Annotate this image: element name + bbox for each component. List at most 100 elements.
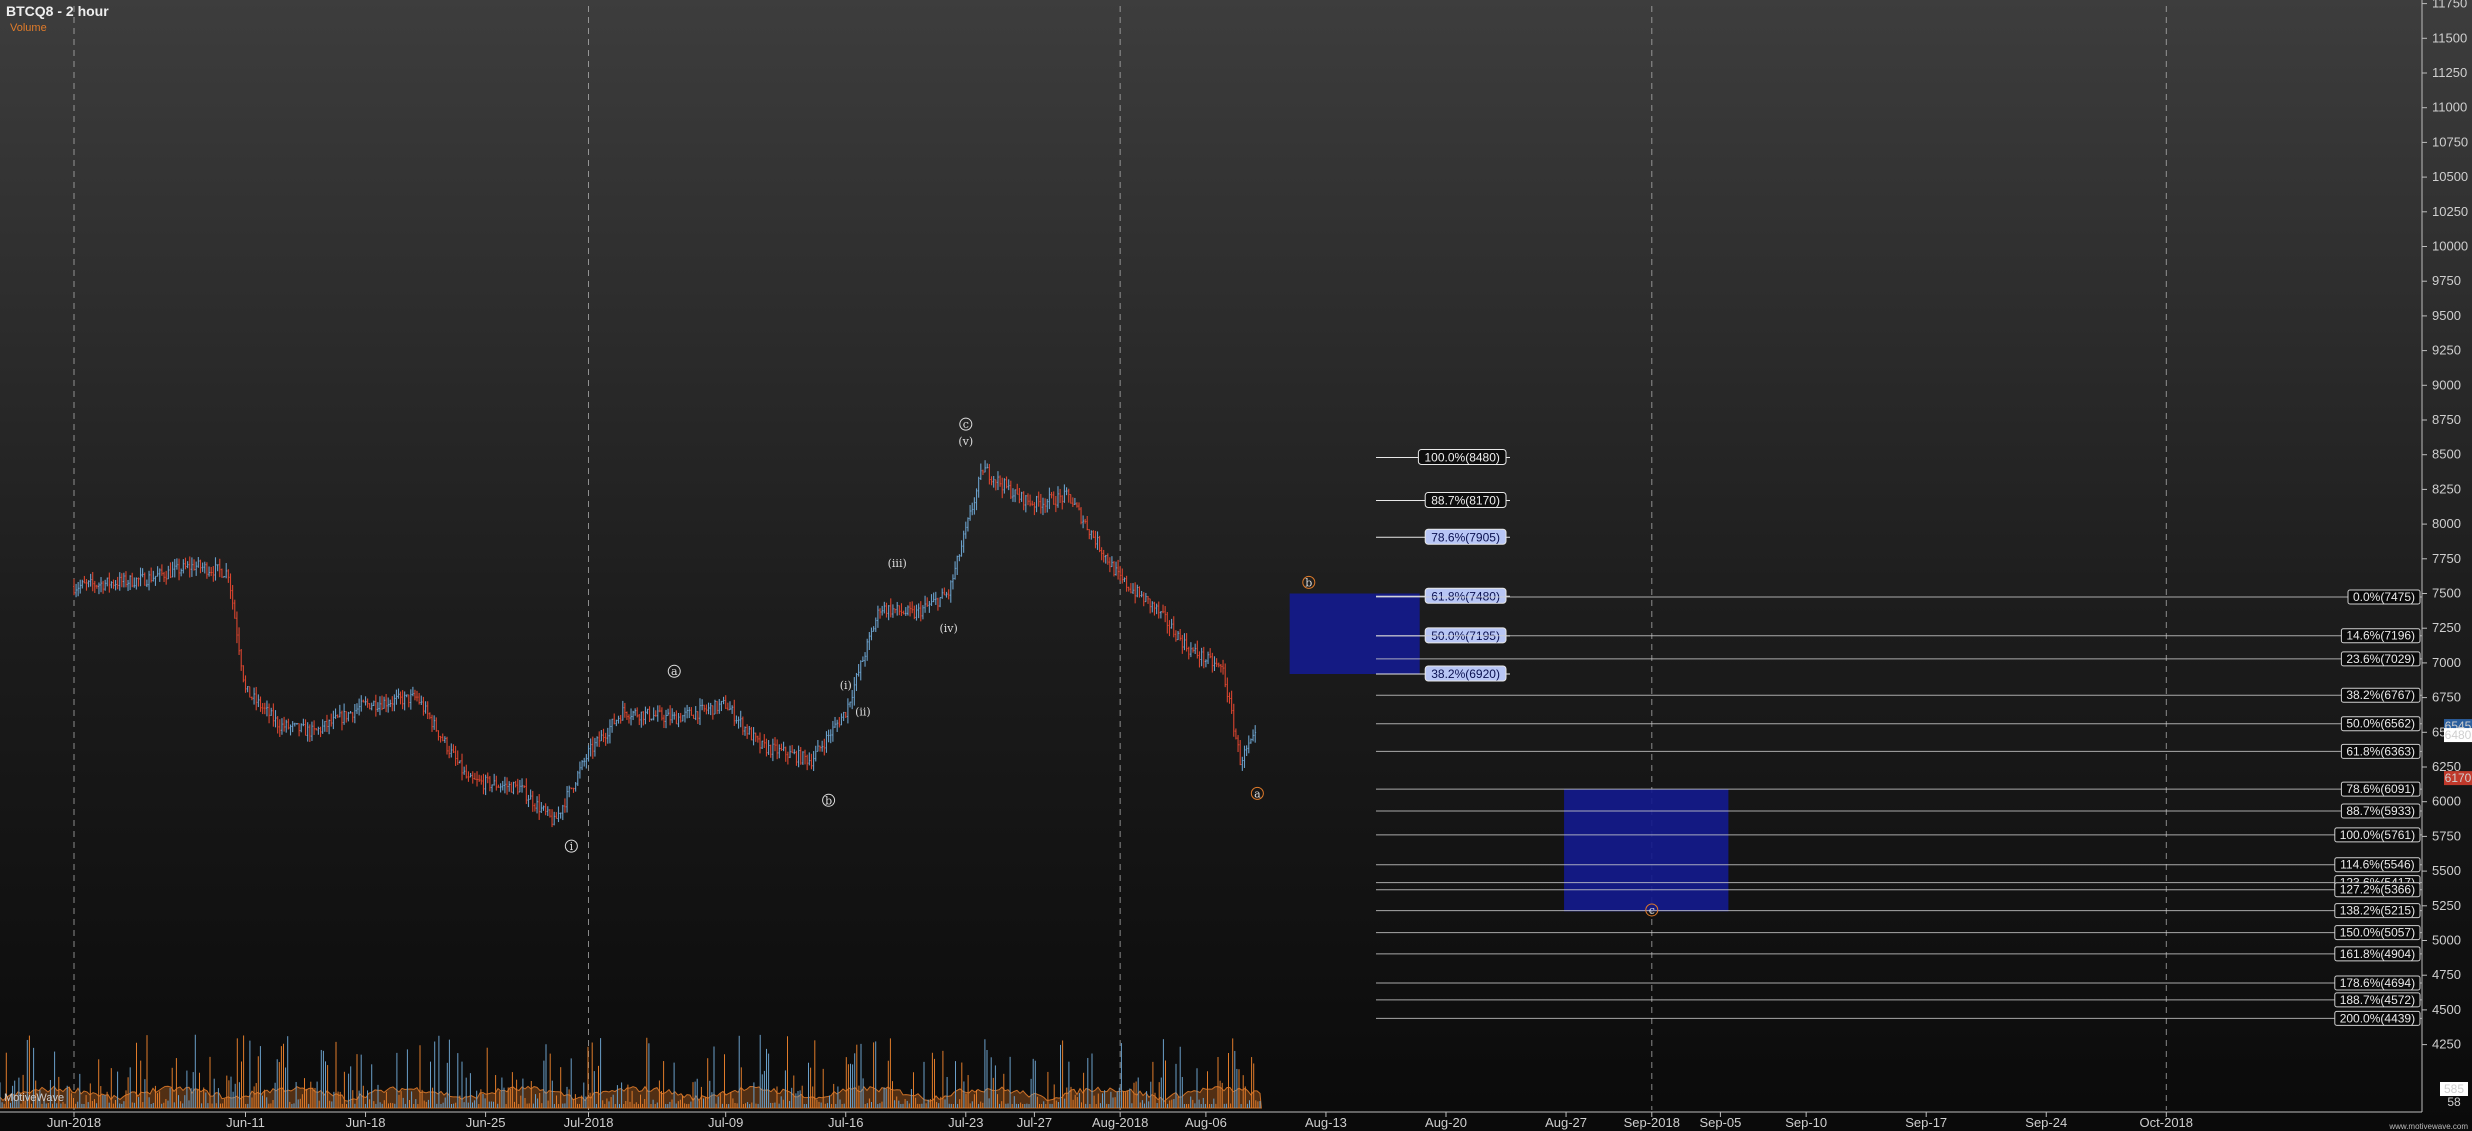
- price-tick-label: 4500: [2432, 1002, 2461, 1017]
- volume-axis-label: 58: [2447, 1095, 2461, 1109]
- fib-extension-label: 61.8%(6363): [2346, 744, 2415, 758]
- brand-label: MotiveWave: [4, 1092, 65, 1104]
- time-tick-label: Jul-16: [828, 1115, 863, 1130]
- chart-grid: [73, 6, 2167, 1110]
- fib-extension-label: 200.0%(4439): [2340, 1011, 2415, 1025]
- time-tick-label: Aug-27: [1545, 1115, 1587, 1130]
- price-tick-label: 5000: [2432, 933, 2461, 948]
- price-marker-label: 6170: [2445, 771, 2472, 785]
- price-tick-label: 10250: [2432, 204, 2468, 219]
- wave-label: c: [963, 418, 969, 431]
- fib-extension-label: 138.2%(5215): [2340, 904, 2415, 918]
- fib-retracement-label: 61.8%(7480): [1431, 589, 1500, 603]
- time-tick-label: Jun-11: [226, 1115, 265, 1130]
- wave-label: a: [1254, 787, 1261, 800]
- wave-label: (i): [840, 679, 852, 692]
- target-zones: [1289, 593, 1729, 912]
- fib-retracement-label: 78.6%(7905): [1431, 530, 1500, 544]
- time-tick-label: Jun-18: [346, 1115, 386, 1130]
- volume-pane: [0, 1034, 1262, 1109]
- time-tick-label: Jun-2018: [47, 1115, 101, 1130]
- wave-label: b: [1305, 576, 1312, 589]
- wave-label: (ii): [855, 705, 871, 718]
- fib-extension-label: 178.6%(4694): [2340, 976, 2415, 990]
- target-zone: [1289, 593, 1420, 675]
- price-tick-label: 11750: [2432, 0, 2467, 11]
- price-tick-label: 7000: [2432, 655, 2461, 670]
- wave-label: b: [825, 794, 832, 807]
- fib-extension-label: 14.6%(7196): [2346, 629, 2415, 643]
- fib-extension-label: 114.6%(5546): [2340, 858, 2415, 872]
- fib-extension-label: 127.2%(5366): [2340, 883, 2415, 897]
- time-tick-label: Jul-27: [1017, 1115, 1052, 1130]
- time-tick-label: Sep-05: [1699, 1115, 1741, 1130]
- fib-levels: 100.0%(8480) 88.7%(8170) 78.6%(7905) 61.8%(…: [1376, 448, 2422, 1026]
- price-tick-label: 5250: [2432, 898, 2461, 913]
- price-tick-label: 7250: [2432, 620, 2461, 635]
- fib-retracement-label: 88.7%(8170): [1431, 494, 1500, 508]
- price-tick-label: 8250: [2432, 481, 2461, 496]
- fib-retracement-label: 100.0%(8480): [1425, 450, 1500, 464]
- time-tick-label: Sep-10: [1785, 1115, 1827, 1130]
- volume-axis-label: 585: [2444, 1082, 2464, 1096]
- wave-label: (iii): [888, 557, 907, 570]
- time-tick-label: Jul-23: [948, 1115, 983, 1130]
- time-tick-label: Jun-25: [466, 1115, 506, 1130]
- price-tick-label: 11500: [2432, 30, 2467, 45]
- fib-extension-label: 38.2%(6767): [2346, 688, 2415, 702]
- fib-extension-label: 23.6%(7029): [2346, 652, 2415, 666]
- price-tick-label: 5750: [2432, 828, 2461, 843]
- price-tick-label: 9250: [2432, 343, 2461, 358]
- wave-label: c: [1649, 904, 1655, 917]
- price-tick-label: 6750: [2432, 690, 2461, 705]
- wave-label: i: [570, 840, 574, 853]
- time-tick-label: Aug-2018: [1092, 1115, 1148, 1130]
- price-tick-label: 10500: [2432, 169, 2468, 184]
- price-chart[interactable]: 100.0%(8480) 88.7%(8170) 78.6%(7905) 61.8%(…: [0, 0, 2472, 1131]
- price-tick-label: 8000: [2432, 516, 2461, 531]
- time-tick-label: Aug-13: [1305, 1115, 1347, 1130]
- fib-extension-label: 50.0%(6562): [2346, 717, 2415, 731]
- price-tick-label: 8500: [2432, 447, 2461, 462]
- price-tick-label: 10750: [2432, 134, 2468, 149]
- fib-extension-label: 0.0%(7475): [2353, 590, 2415, 604]
- fib-extension-label: 78.6%(6091): [2346, 782, 2415, 796]
- time-tick-label: Oct-2018: [2140, 1115, 2193, 1130]
- price-tick-label: 11000: [2432, 100, 2467, 115]
- target-zone: [1564, 789, 1729, 912]
- price-tick-label: 7750: [2432, 551, 2461, 566]
- time-tick-label: Jul-09: [708, 1115, 743, 1130]
- price-tick-label: 11250: [2432, 65, 2467, 80]
- price-axis[interactable]: 11750 11500 11250 11000 10750 10500 10250 10000…: [2421, 0, 2472, 1112]
- price-tick-label: 5500: [2432, 863, 2461, 878]
- fib-extension-label: 100.0%(5761): [2340, 828, 2415, 842]
- chart-title: BTCQ8 - 2 hour: [6, 3, 109, 19]
- price-tick-label: 4750: [2432, 967, 2461, 982]
- watermark-label: www.motivewave.com: [2389, 1122, 2468, 1131]
- time-tick-label: Sep-2018: [1624, 1115, 1680, 1130]
- fib-extension-label: 150.0%(5057): [2340, 926, 2415, 940]
- fib-extension-label: 88.7%(5933): [2346, 804, 2415, 818]
- fib-extension-label: 161.8%(4904): [2340, 947, 2415, 961]
- time-tick-label: Sep-24: [2025, 1115, 2067, 1130]
- time-tick-label: Aug-20: [1425, 1115, 1467, 1130]
- price-tick-label: 4250: [2432, 1037, 2461, 1052]
- wave-label: a: [671, 665, 678, 678]
- time-axis[interactable]: Jun-2018 Jun-11 Jun-18 Jun-25 Jul-2018 Jul-09…: [0, 1111, 2422, 1130]
- fib-retracement-label: 38.2%(6920): [1431, 667, 1500, 681]
- price-candles: [73, 460, 1257, 828]
- wave-label: (v): [958, 435, 973, 448]
- price-tick-label: 9000: [2432, 377, 2461, 392]
- price-tick-label: 9500: [2432, 308, 2461, 323]
- indicator-label[interactable]: Volume: [10, 22, 47, 34]
- price-tick-label: 9750: [2432, 273, 2461, 288]
- time-tick-label: Sep-17: [1905, 1115, 1947, 1130]
- fib-extension-label: 188.7%(4572): [2340, 993, 2415, 1007]
- price-marker-label: 6480: [2445, 728, 2472, 742]
- price-tick-label: 7500: [2432, 586, 2461, 601]
- price-tick-label: 10000: [2432, 239, 2468, 254]
- price-tick-label: 6000: [2432, 794, 2461, 809]
- wave-label: (iv): [939, 622, 957, 635]
- time-tick-label: Aug-06: [1185, 1115, 1227, 1130]
- price-tick-label: 8750: [2432, 412, 2461, 427]
